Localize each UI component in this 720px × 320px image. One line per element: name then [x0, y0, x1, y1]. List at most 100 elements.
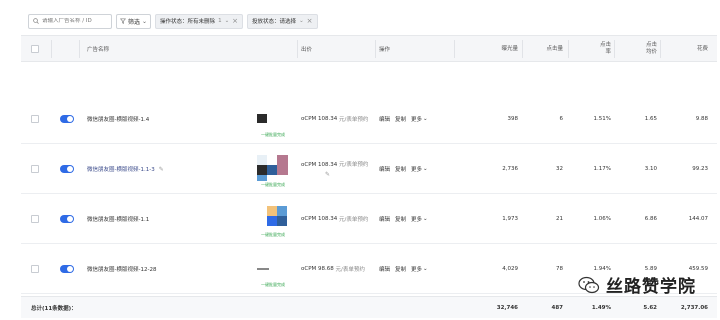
clicks: 32 [556, 166, 563, 172]
thumb-action-button[interactable]: 一键批量完成 [255, 181, 291, 188]
impressions: 4,029 [502, 266, 518, 272]
wechat-icon [578, 276, 600, 293]
ad-name[interactable]: 微信朋友圈-横版视频-1.4 [87, 94, 149, 144]
row-actions: 编辑 复制 更多 ⌄ [379, 244, 428, 294]
edit-link[interactable]: 编辑 [379, 165, 390, 173]
more-menu[interactable]: 更多 ⌄ [411, 165, 428, 173]
row-checkbox[interactable] [31, 115, 39, 123]
thumb-action-button[interactable]: 一键批量完成 [255, 131, 291, 138]
chevron-down-icon: ⌄ [224, 18, 230, 24]
col-header-ctr[interactable]: 点击 率 [568, 36, 611, 62]
row-checkbox[interactable] [31, 265, 39, 273]
col-header-spend[interactable]: 花费 [660, 36, 708, 62]
col-header-name[interactable]: 广告名称 [87, 36, 109, 62]
filter-tag-operation-status[interactable]: 操作状态：所有未删除 1 ⌄ × [155, 13, 244, 29]
filter-label: 筛选 [128, 18, 141, 26]
ctr: 1.17% [593, 166, 611, 172]
chevron-down-icon: ⌄ [423, 266, 428, 272]
chevron-down-icon: ⌄ [423, 116, 428, 122]
clicks: 6 [559, 116, 564, 122]
bid-unit: 元/表单预约 [335, 267, 365, 273]
select-all-checkbox[interactable] [31, 45, 39, 53]
col-header-ops[interactable]: 操作 [379, 36, 390, 62]
cpc-header-line1: 点击 [645, 42, 657, 48]
funnel-icon [120, 18, 126, 24]
total-cpc: 5.62 [643, 305, 657, 311]
copy-link[interactable]: 复制 [395, 165, 406, 173]
col-header-impressions[interactable]: 曝光量 [454, 36, 518, 62]
ad-name[interactable]: 微信朋友圈-横版视频-12-28 [87, 244, 156, 294]
filter-tag-delivery-status[interactable]: 投放状态：请选择 ⌄ × [247, 13, 318, 29]
cpc-header-line2: 均价 [645, 49, 657, 55]
chevron-down-icon: ⌄ [423, 216, 428, 222]
col-header-clicks[interactable]: 点击量 [522, 36, 563, 62]
edit-link[interactable]: 编辑 [379, 115, 390, 123]
status-toggle[interactable] [60, 265, 74, 273]
spend: 9.88 [695, 116, 708, 122]
bid-amount: oCPM 108.34 [301, 162, 338, 168]
clicks: 21 [556, 216, 563, 222]
impressions: 398 [507, 116, 519, 122]
ctr: 1.06% [593, 216, 611, 222]
cpc: 3.10 [644, 166, 657, 172]
bid-value: oCPM 108.34 元/表单预约 [301, 94, 368, 144]
pencil-icon[interactable]: ✎ [325, 171, 330, 178]
search-input[interactable] [42, 18, 110, 24]
more-menu[interactable]: 更多 ⌄ [411, 215, 428, 223]
tag-count: 1 [218, 18, 222, 24]
row-actions: 编辑 复制 更多 ⌄ [379, 94, 428, 144]
tag-label: 投放状态：请选择 [252, 19, 297, 25]
ctr-header-line1: 点击 [599, 42, 611, 48]
col-header-bid[interactable]: 出价 [301, 36, 312, 62]
ad-table: 广告名称 出价 操作 曝光量 点击量 点击 率 点击 均价 花费 微信朋友圈-横… [21, 35, 717, 318]
total-row: 总计(11条数据)： 32,746 487 1.49% 5.62 2,737.0… [21, 296, 717, 318]
copy-link[interactable]: 复制 [395, 115, 406, 123]
row-actions: 编辑 复制 更多 ⌄ [379, 144, 428, 194]
table-row[interactable]: 微信朋友圈-横版视频-1.4 一键批量完成 oCPM 108.34 元/表单预约… [21, 94, 717, 144]
more-label: 更多 [411, 217, 423, 223]
bid-value: oCPM 98.68 元/表单预约 [301, 244, 365, 294]
bid-value: oCPM 108.34 元/表单预约 ✎ [301, 144, 368, 194]
edit-link[interactable]: 编辑 [379, 215, 390, 223]
ctr: 1.51% [593, 116, 611, 122]
status-toggle[interactable] [60, 115, 74, 123]
pencil-icon[interactable]: ✎ [159, 166, 164, 173]
table-row[interactable]: 微信朋友圈-横版视频-1.1 一键批量完成 oCPM 108.34 元/表单预约… [21, 194, 717, 244]
thumb-action-button[interactable]: 一键批量完成 [255, 281, 291, 288]
creative-thumbnail[interactable]: 一键批量完成 [249, 244, 297, 294]
bid-unit: 元/表单预约 [339, 217, 369, 223]
more-menu[interactable]: 更多 ⌄ [411, 265, 428, 273]
search-box[interactable] [28, 13, 112, 29]
edit-link[interactable]: 编辑 [379, 265, 390, 273]
creative-thumbnail[interactable]: 一键批量完成 [249, 194, 297, 244]
watermark-text: 丝路赞学院 [606, 277, 696, 297]
creative-thumbnail[interactable]: 一键批量完成 [249, 144, 297, 194]
close-icon[interactable]: × [232, 17, 238, 25]
bid-unit: 元/表单预约 [339, 162, 369, 168]
copy-link[interactable]: 复制 [395, 265, 406, 273]
spend: 99.23 [692, 166, 708, 172]
total-ctr: 1.49% [591, 305, 611, 311]
row-actions: 编辑 复制 更多 ⌄ [379, 194, 428, 244]
creative-thumbnail[interactable]: 一键批量完成 [249, 94, 297, 144]
ad-name[interactable]: 微信朋友圈-横版视频-1.1-3 ✎ [87, 144, 164, 194]
ad-name[interactable]: 微信朋友圈-横版视频-1.1 [87, 194, 149, 244]
chevron-down-icon: ⌄ [142, 17, 148, 25]
ad-list-page: 筛选 ⌄ 操作状态：所有未删除 1 ⌄ × 投放状态：请选择 ⌄ × 广告名称 … [0, 0, 720, 320]
close-icon[interactable]: × [307, 17, 313, 25]
row-checkbox[interactable] [31, 215, 39, 223]
bid-amount: oCPM 108.34 [301, 216, 338, 222]
table-row[interactable]: 微信朋友圈-横版视频-1.1-3 ✎ 一键批量完成 oCPM 108.34 元/… [21, 144, 717, 194]
filter-button[interactable]: 筛选 ⌄ [116, 13, 152, 29]
bid-amount: oCPM 108.34 [301, 116, 338, 122]
status-toggle[interactable] [60, 215, 74, 223]
status-toggle[interactable] [60, 165, 74, 173]
clicks: 78 [556, 266, 563, 272]
row-checkbox[interactable] [31, 165, 39, 173]
copy-link[interactable]: 复制 [395, 215, 406, 223]
search-icon [33, 18, 39, 24]
thumb-action-button[interactable]: 一键批量完成 [255, 231, 291, 238]
more-menu[interactable]: 更多 ⌄ [411, 115, 428, 123]
col-header-cpc[interactable]: 点击 均价 [614, 36, 657, 62]
watermark: 丝路赞学院 [578, 272, 696, 297]
